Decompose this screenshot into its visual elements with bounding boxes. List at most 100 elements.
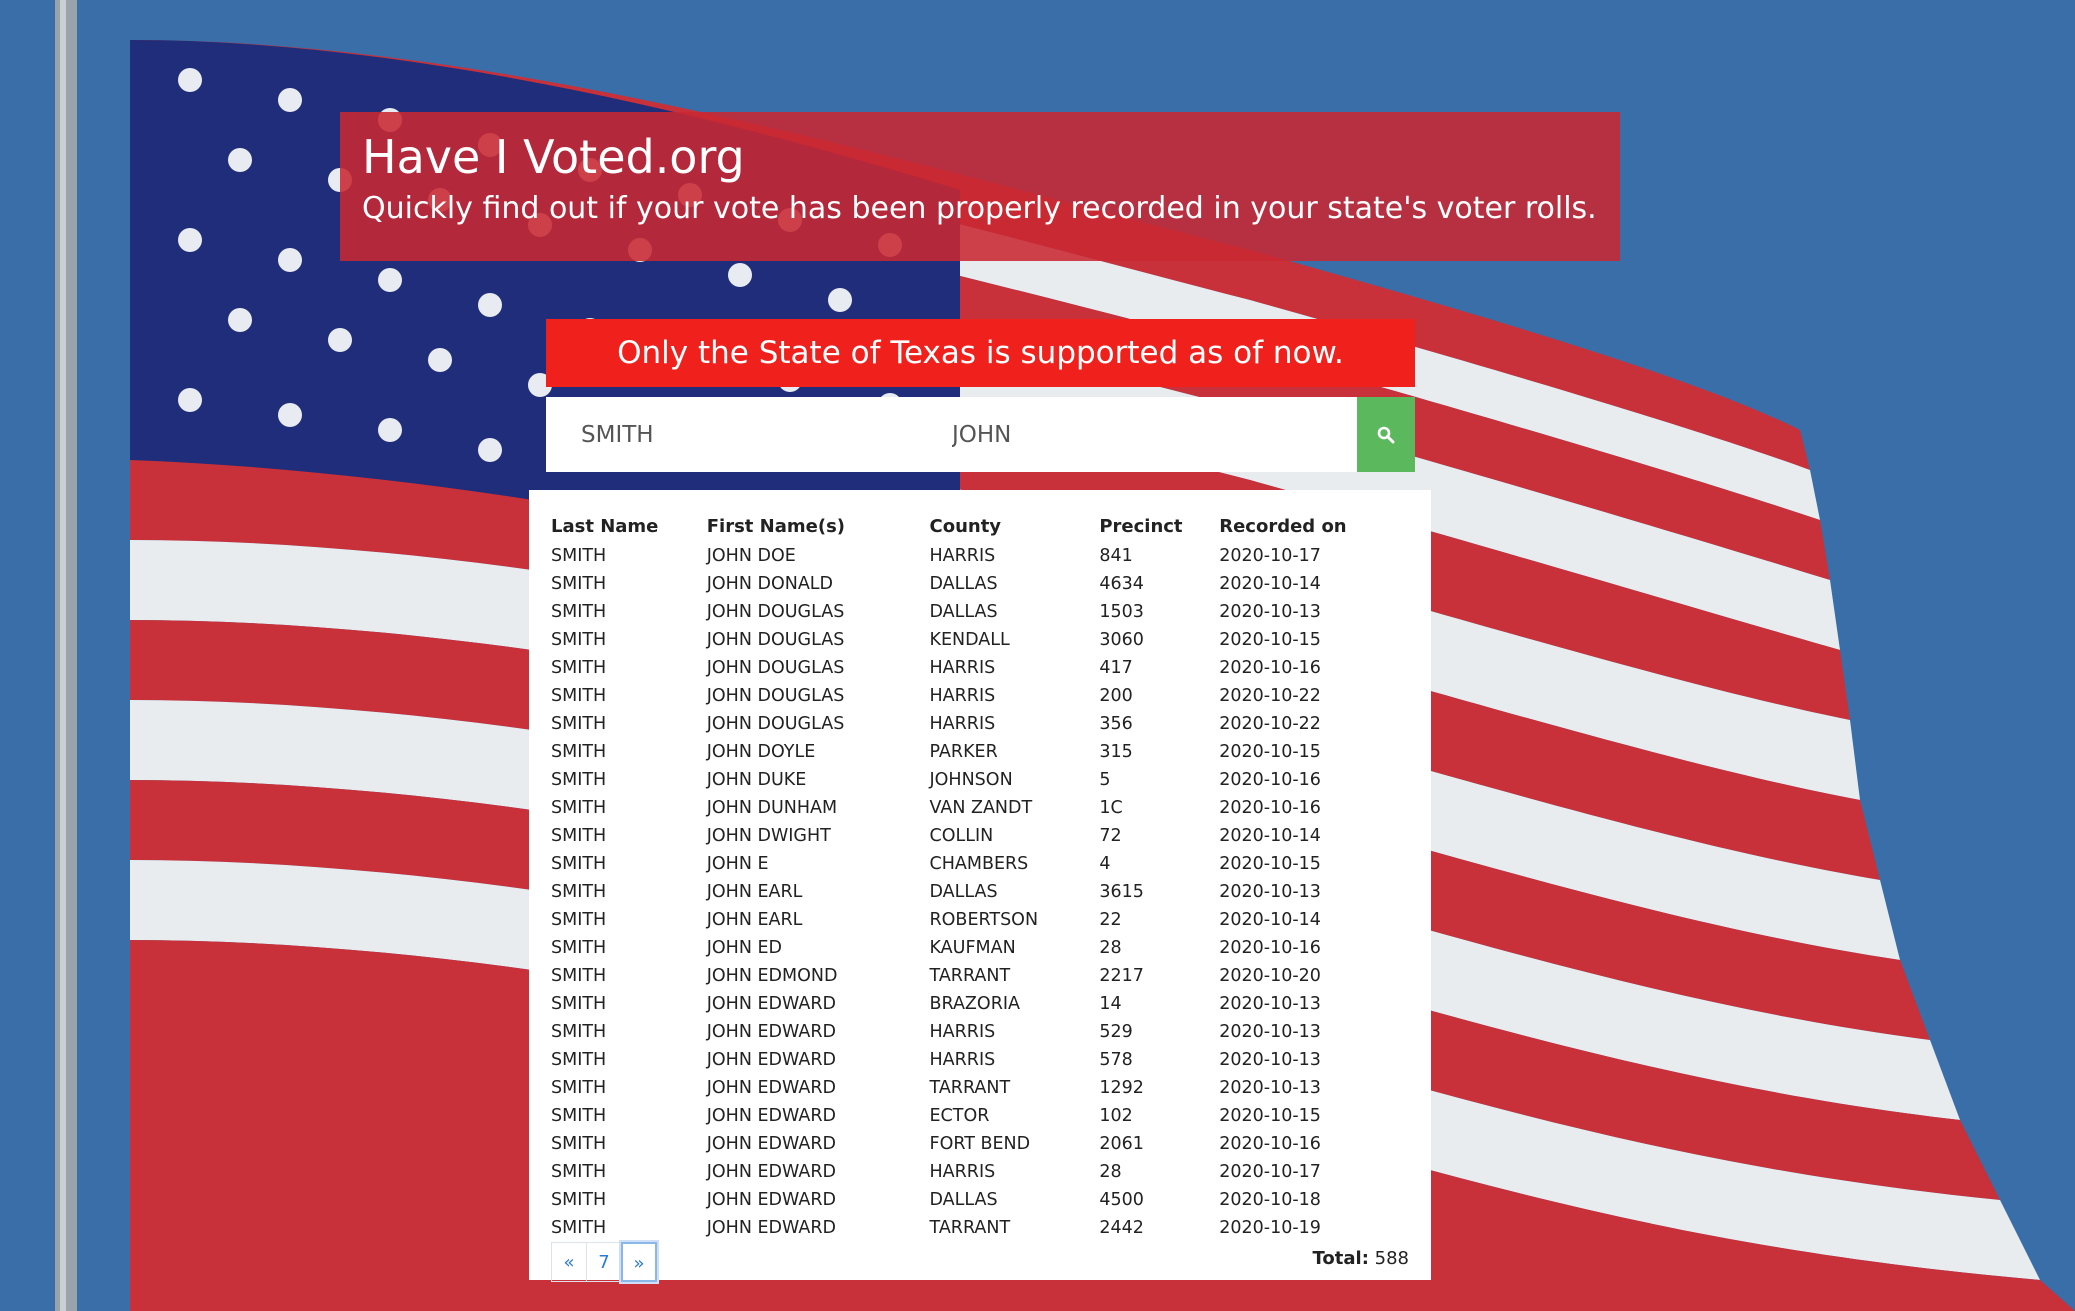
column-header-last-name: Last Name [551,515,659,537]
table-row: SMITH JOHN EARL ROBERTSON 22 2020-10-14 [551,906,1409,934]
pagination: « 7 » [551,1242,1409,1282]
last-name-input[interactable] [546,397,952,472]
cell-precinct: 1292 [1099,1078,1144,1098]
cell-last-name: SMITH [551,770,607,790]
cell-first-names: JOHN EDWARD [706,1050,836,1070]
total-label: Total: [1312,1248,1369,1269]
cell-precinct: 4 [1099,854,1111,874]
cell-last-name: SMITH [551,798,607,818]
cell-first-names: JOHN EDMOND [706,966,838,986]
cell-last-name: SMITH [551,938,607,958]
table-row: SMITH JOHN DONALD DALLAS 4634 2020-10-14 [551,570,1409,598]
cell-precinct: 1503 [1099,602,1144,622]
cell-county: BRAZORIA [929,994,1020,1014]
cell-county: CHAMBERS [929,854,1029,874]
cell-precinct: 3615 [1099,882,1144,902]
cell-last-name: SMITH [551,994,607,1014]
cell-precinct: 200 [1099,686,1133,706]
cell-precinct: 3060 [1099,630,1144,650]
results-panel: Last Name First Name(s) County Precinct … [529,490,1431,1282]
table-row: SMITH JOHN EDWARD FORT BEND 2061 2020-10-16 [551,1130,1409,1158]
cell-last-name: SMITH [551,1022,607,1042]
cell-precinct: 2217 [1099,966,1144,986]
cell-county: DALLAS [929,574,998,594]
cell-last-name: SMITH [551,658,607,678]
cell-last-name: SMITH [551,966,607,986]
cell-first-names: JOHN EDWARD [706,1218,836,1238]
table-row: SMITH JOHN DWIGHT COLLIN 72 2020-10-14 [551,822,1409,850]
cell-recorded-on: 2020-10-15 [1219,1106,1321,1126]
pagination-prev-button[interactable]: « [551,1242,587,1282]
cell-county: PARKER [929,742,998,762]
cell-precinct: 4500 [1099,1190,1144,1210]
cell-first-names: JOHN EDWARD [706,1022,836,1042]
cell-precinct: 5 [1099,770,1111,790]
cell-recorded-on: 2020-10-17 [1219,1162,1321,1182]
cell-county: COLLIN [929,826,994,846]
cell-first-names: JOHN EDWARD [706,994,836,1014]
cell-recorded-on: 2020-10-13 [1219,602,1321,622]
cell-precinct: 22 [1099,910,1122,930]
cell-first-names: JOHN DOUGLAS [706,658,845,678]
cell-recorded-on: 2020-10-16 [1219,1134,1321,1154]
column-header-precinct: Precinct [1099,515,1183,537]
cell-county: HARRIS [929,546,996,566]
cell-first-names: JOHN DONALD [706,574,834,594]
site-header: Have I Voted.org Quickly find out if you… [340,112,1620,261]
cell-last-name: SMITH [551,1078,607,1098]
site-title: Have I Voted.org [362,130,745,184]
cell-first-names: JOHN DOYLE [706,742,816,762]
cell-precinct: 72 [1099,826,1122,846]
cell-precinct: 28 [1099,1162,1122,1182]
search-button[interactable] [1357,397,1415,472]
cell-first-names: JOHN DOUGLAS [706,714,845,734]
pagination-page-button[interactable]: 7 [586,1242,622,1282]
cell-precinct: 417 [1099,658,1133,678]
cell-recorded-on: 2020-10-15 [1219,630,1321,650]
results-table: Last Name First Name(s) County Precinct … [551,510,1409,1242]
table-row: SMITH JOHN DOUGLAS KENDALL 3060 2020-10-15 [551,626,1409,654]
cell-first-names: JOHN EDWARD [706,1162,836,1182]
site-subtitle: Quickly find out if your vote has been p… [362,191,1597,227]
cell-county: VAN ZANDT [929,798,1033,818]
cell-first-names: JOHN EARL [706,882,803,902]
cell-last-name: SMITH [551,1106,607,1126]
first-name-input[interactable] [952,397,1357,472]
cell-last-name: SMITH [551,854,607,874]
cell-county: HARRIS [929,1050,996,1070]
table-row: SMITH JOHN DOYLE PARKER 315 2020-10-15 [551,738,1409,766]
cell-county: KENDALL [929,630,1010,650]
column-header-recorded-on: Recorded on [1219,515,1347,537]
cell-county: DALLAS [929,1190,998,1210]
cell-last-name: SMITH [551,1190,607,1210]
table-row: SMITH JOHN EDWARD HARRIS 578 2020-10-13 [551,1046,1409,1074]
cell-recorded-on: 2020-10-16 [1219,798,1321,818]
cell-recorded-on: 2020-10-16 [1219,938,1321,958]
cell-precinct: 529 [1099,1022,1133,1042]
table-row: SMITH JOHN DOUGLAS HARRIS 200 2020-10-22 [551,682,1409,710]
cell-county: DALLAS [929,882,998,902]
column-header-first-names: First Name(s) [706,515,846,537]
cell-recorded-on: 2020-10-13 [1219,1022,1321,1042]
cell-last-name: SMITH [551,602,607,622]
cell-last-name: SMITH [551,546,607,566]
table-row: SMITH JOHN DUNHAM VAN ZANDT 1C 2020-10-16 [551,794,1409,822]
cell-county: HARRIS [929,1022,996,1042]
cell-recorded-on: 2020-10-22 [1219,714,1321,734]
cell-recorded-on: 2020-10-20 [1219,966,1321,986]
cell-last-name: SMITH [551,574,607,594]
results-footer: « 7 » Total: 588 [551,1242,1409,1282]
cell-county: ECTOR [929,1106,990,1126]
table-row: SMITH JOHN EDMOND TARRANT 2217 2020-10-20 [551,962,1409,990]
cell-recorded-on: 2020-10-14 [1219,574,1321,594]
table-header-row: Last Name First Name(s) County Precinct … [551,510,1409,542]
table-row: SMITH JOHN EDWARD HARRIS 529 2020-10-13 [551,1018,1409,1046]
cell-last-name: SMITH [551,882,607,902]
cell-recorded-on: 2020-10-16 [1219,770,1321,790]
table-row: SMITH JOHN DOE HARRIS 841 2020-10-17 [551,542,1409,570]
table-row: SMITH JOHN EDWARD ECTOR 102 2020-10-15 [551,1102,1409,1130]
cell-precinct: 14 [1099,994,1122,1014]
cell-last-name: SMITH [551,686,607,706]
cell-recorded-on: 2020-10-18 [1219,1190,1321,1210]
pagination-next-button[interactable]: » [621,1242,657,1282]
